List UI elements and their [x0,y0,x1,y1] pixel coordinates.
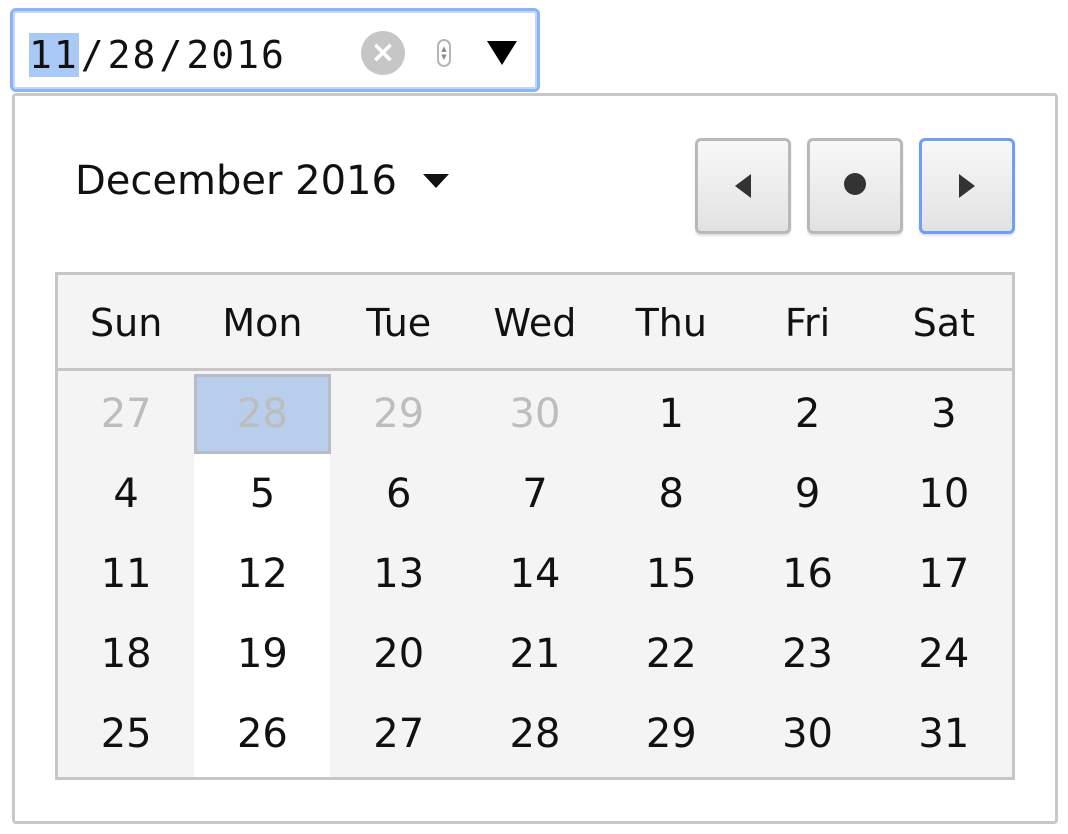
calendar-grid: Sun Mon Tue Wed Thu Fri Sat 27 28 29 30 1 2 3 4… [55,272,1015,780]
day-cell[interactable]: 19 [194,614,330,694]
left-triangle-icon [735,174,751,198]
day-cell[interactable]: 29 [331,374,467,454]
calendar-week-row: 27 28 29 30 1 2 3 [58,374,1012,454]
day-cell[interactable]: 5 [194,454,330,534]
calendar-week-row: 4 5 6 7 8 9 10 [58,454,1012,534]
spin-up-icon[interactable]: ▲ [441,45,446,53]
day-cell[interactable]: 28 [467,694,603,774]
weekday-mon: Mon [222,301,303,345]
day-cell[interactable]: 11 [58,534,194,614]
weekday-tue: Tue [366,301,432,345]
day-cell[interactable]: 15 [603,534,739,614]
day-cell[interactable]: 2 [739,374,875,454]
year-segment[interactable]: 2016 [186,33,286,77]
next-month-button[interactable] [919,138,1015,234]
date-input[interactable]: 11/28/2016 × ▲ ▼ [10,8,540,92]
date-separator: / [159,33,185,77]
day-cell[interactable]: 23 [739,614,875,694]
spin-down-icon[interactable]: ▼ [441,53,446,61]
day-cell[interactable]: 30 [739,694,875,774]
day-cell[interactable]: 6 [331,454,467,534]
weekday-sun: Sun [89,301,163,345]
weekday-fri: Fri [784,301,831,345]
previous-month-button[interactable] [695,138,791,234]
spin-arrows-icon[interactable]: ▲ ▼ [437,39,451,67]
month-year-label: December 2016 [75,158,397,204]
day-cell[interactable]: 14 [467,534,603,614]
weekday-header: Sun Mon Tue Wed Thu Fri Sat [58,275,1012,371]
day-cell[interactable]: 16 [739,534,875,614]
day-cell[interactable]: 27 [58,374,194,454]
dot-icon [844,173,866,195]
day-cell[interactable]: 9 [739,454,875,534]
weekday-thu: Thu [635,301,707,345]
day-cell[interactable]: 3 [876,374,1012,454]
day-cell[interactable]: 17 [876,534,1012,614]
month-segment[interactable]: 11 [29,33,79,77]
day-cell[interactable]: 7 [467,454,603,534]
date-text[interactable]: 11/28/2016 [29,31,286,79]
day-cell[interactable]: 10 [876,454,1012,534]
selected-day-cell[interactable]: 28 [194,374,331,454]
day-cell[interactable]: 20 [331,614,467,694]
day-cell[interactable]: 4 [58,454,194,534]
day-cell[interactable]: 24 [876,614,1012,694]
day-cell[interactable]: 27 [331,694,467,774]
calendar-popup: December 2016 Sun Mon Tue Wed Thu Fri Sa… [12,93,1058,824]
day-cell[interactable]: 25 [58,694,194,774]
date-separator: / [80,33,106,77]
calendar-week-row: 25 26 27 28 29 30 31 [58,694,1012,774]
chevron-down-icon [422,174,449,188]
day-cell[interactable]: 8 [603,454,739,534]
day-cell[interactable]: 18 [58,614,194,694]
day-cell[interactable]: 12 [194,534,330,614]
day-segment[interactable]: 28 [108,33,158,77]
today-button[interactable] [807,138,903,234]
month-year-selector[interactable]: December 2016 [75,158,451,204]
day-cell[interactable]: 31 [876,694,1012,774]
right-triangle-icon [959,174,975,198]
day-cell[interactable]: 22 [603,614,739,694]
calendar-week-row: 18 19 20 21 22 23 24 [58,614,1012,694]
weekday-wed: Wed [493,301,577,345]
calendar-days: 27 28 29 30 1 2 3 4 5 6 7 8 9 10 11 12 13 14 15 16 17 18 19 20 2… [58,374,1012,777]
day-cell[interactable]: 26 [194,694,330,774]
dropdown-triangle-icon[interactable] [485,35,519,69]
calendar-week-row: 11 12 13 14 15 16 17 [58,534,1012,614]
day-cell[interactable]: 30 [467,374,603,454]
day-cell[interactable]: 29 [603,694,739,774]
weekday-sat: Sat [912,301,975,345]
day-cell[interactable]: 1 [603,374,739,454]
day-cell[interactable]: 21 [467,614,603,694]
clear-circle-icon[interactable]: × [361,31,405,75]
day-cell[interactable]: 13 [331,534,467,614]
